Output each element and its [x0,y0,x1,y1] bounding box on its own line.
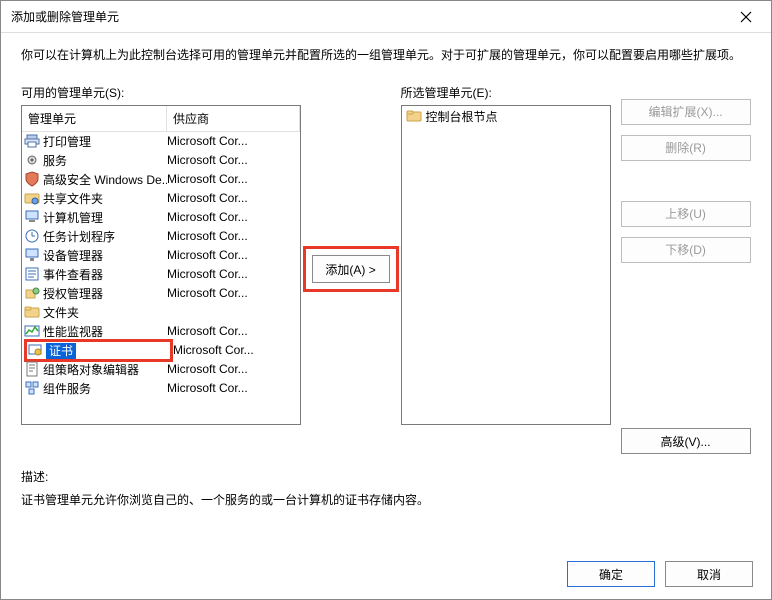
auth-icon [24,285,40,301]
item-vendor: Microsoft Cor... [167,153,298,167]
item-vendor: Microsoft Cor... [167,381,298,395]
available-item[interactable]: 高级安全 Windows De...Microsoft Cor... [22,170,300,189]
clock-icon [24,228,40,244]
item-vendor: Microsoft Cor... [167,267,298,281]
item-name: 高级安全 Windows De... [43,171,167,188]
folder-icon [24,304,40,320]
item-name: 设备管理器 [43,247,167,264]
printer-icon [24,133,40,149]
available-item[interactable]: 文件夹 [22,303,300,322]
item-name: 事件查看器 [43,266,167,283]
item-vendor: Microsoft Cor... [167,286,298,300]
item-vendor: Microsoft Cor... [167,229,298,243]
folder-icon [406,108,422,124]
available-item[interactable]: 任务计划程序Microsoft Cor... [22,227,300,246]
move-up-button[interactable]: 上移(U) [621,201,751,227]
item-vendor: Microsoft Cor... [167,134,298,148]
item-vendor: Microsoft Cor... [167,248,298,262]
middle-column: 添加(A) > [311,84,391,455]
device-icon [24,247,40,263]
edit-extensions-button[interactable]: 编辑扩展(X)... [621,99,751,125]
available-item[interactable]: 设备管理器Microsoft Cor... [22,246,300,265]
available-list-header: 管理单元 供应商 [22,106,300,132]
selected-label: 所选管理单元(E): [401,84,611,101]
item-name: 文件夹 [43,304,167,321]
item-vendor: Microsoft Cor... [167,324,298,338]
add-button-highlight: 添加(A) > [303,246,399,292]
item-vendor: Microsoft Cor... [167,362,298,376]
item-name: 组策略对象编辑器 [43,361,167,378]
item-vendor: Microsoft Cor... [167,172,298,186]
available-item[interactable]: 共享文件夹Microsoft Cor... [22,189,300,208]
shield-icon [24,171,40,187]
window-title: 添加或删除管理单元 [11,8,731,25]
close-icon [740,11,752,23]
perf-icon [24,323,40,339]
move-down-button[interactable]: 下移(D) [621,237,751,263]
certificate-item-highlight: 证书 [24,339,173,362]
intro-text: 你可以在计算机上为此控制台选择可用的管理单元并配置所选的一组管理单元。对于可扩展… [21,47,751,64]
ok-button[interactable]: 确定 [567,561,655,587]
item-name: 打印管理 [43,133,167,150]
gear-icon [24,152,40,168]
item-name: 性能监视器 [43,323,167,340]
available-label: 可用的管理单元(S): [21,84,301,101]
policy-icon [24,361,40,377]
titlebar: 添加或删除管理单元 [1,1,771,33]
item-name: 任务计划程序 [43,228,167,245]
item-name: 证书 [46,342,170,359]
dialog-footer: 确定 取消 [1,549,771,599]
event-icon [24,266,40,282]
console-root-label: 控制台根节点 [426,108,498,125]
cancel-button[interactable]: 取消 [665,561,753,587]
available-item[interactable]: 计算机管理Microsoft Cor... [22,208,300,227]
selected-column: 所选管理单元(E): 控制台根节点 [401,84,611,455]
available-item[interactable]: 服务Microsoft Cor... [22,151,300,170]
available-listbox[interactable]: 管理单元 供应商 打印管理Microsoft Cor...服务Microsoft… [21,105,301,425]
available-item[interactable]: 组件服务Microsoft Cor... [22,379,300,398]
item-name: 共享文件夹 [43,190,167,207]
item-name: 计算机管理 [43,209,167,226]
main-row: 可用的管理单元(S): 管理单元 供应商 打印管理Microsoft Cor..… [21,84,751,455]
folder-share-icon [24,190,40,206]
item-vendor: Microsoft Cor... [173,343,298,357]
component-icon [24,380,40,396]
available-item[interactable]: 打印管理Microsoft Cor... [22,132,300,151]
item-vendor: Microsoft Cor... [167,191,298,205]
available-item[interactable]: 事件查看器Microsoft Cor... [22,265,300,284]
remove-button[interactable]: 删除(R) [621,135,751,161]
item-vendor: Microsoft Cor... [167,210,298,224]
item-name: 组件服务 [43,380,167,397]
description-label: 描述: [21,468,751,485]
item-name: 服务 [43,152,167,169]
description-text: 证书管理单元允许你浏览自己的、一个服务的或一台计算机的证书存储内容。 [21,491,751,509]
close-button[interactable] [731,2,761,32]
dialog-window: 添加或删除管理单元 你可以在计算机上为此控制台选择可用的管理单元并配置所选的一组… [0,0,772,600]
header-name[interactable]: 管理单元 [22,106,167,131]
computer-icon [24,209,40,225]
header-vendor[interactable]: 供应商 [167,106,300,131]
actions-column: 编辑扩展(X)... 删除(R) 上移(U) 下移(D) 高级(V)... [621,84,751,455]
add-button[interactable]: 添加(A) > [312,255,390,283]
dialog-content: 你可以在计算机上为此控制台选择可用的管理单元并配置所选的一组管理单元。对于可扩展… [1,33,771,549]
available-column: 可用的管理单元(S): 管理单元 供应商 打印管理Microsoft Cor..… [21,84,301,455]
available-item[interactable]: 证书Microsoft Cor... [22,341,300,360]
advanced-button[interactable]: 高级(V)... [621,428,751,454]
console-root-item[interactable]: 控制台根节点 [402,106,610,127]
available-item[interactable]: 组策略对象编辑器Microsoft Cor... [22,360,300,379]
cert-icon [27,342,43,358]
item-name: 授权管理器 [43,285,167,302]
selected-listbox[interactable]: 控制台根节点 [401,105,611,425]
available-item[interactable]: 授权管理器Microsoft Cor... [22,284,300,303]
